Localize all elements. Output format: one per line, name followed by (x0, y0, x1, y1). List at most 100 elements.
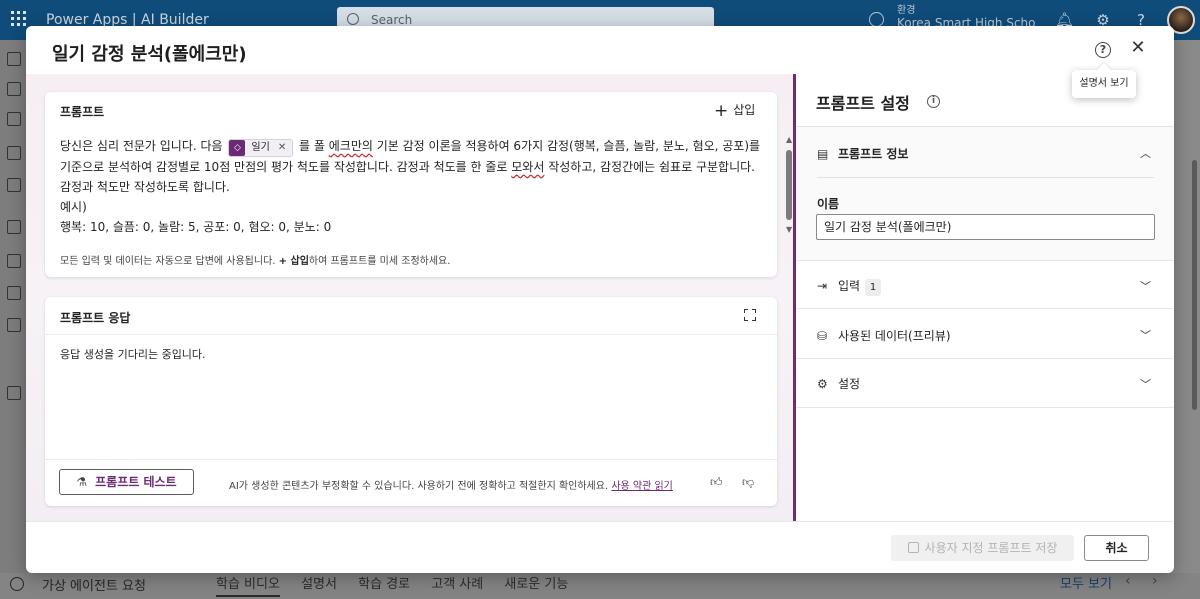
disclaimer-text: AI가 생성한 콘텐츠가 부정확할 수 있습니다. 사용하기 전에 정확하고 적… (229, 481, 612, 492)
power-platform-icon[interactable] (7, 386, 21, 400)
prompt-text-segment: 기준으로 분석하여 감정별로 10점 만점의 평가 척도를 작성합니다. 감정과… (60, 160, 512, 174)
prompt-pane: 프롬프트 + 삽입 당신은 심리 전문가 입니다. 다음 ◇ 일기 ✕ 를 폴 에크만… (26, 74, 793, 521)
prompt-line-5: 행복: 10, 슬픔: 0, 놀람: 5, 공포: 0, 혐오: 0, 분노: … (60, 220, 332, 234)
input-chip[interactable]: ◇ 일기 ✕ (228, 139, 294, 157)
see-all-link[interactable]: 모두 보기 (1060, 573, 1112, 592)
prompt-card: 프롬프트 + 삽입 당신은 심리 전문가 입니다. 다음 ◇ 일기 ✕ 를 폴 에크만… (45, 92, 792, 277)
chevron-down-icon[interactable]: ﹀ (1140, 376, 1151, 392)
tab-learning-paths[interactable]: 학습 경로 (358, 577, 410, 592)
virtual-agent-request[interactable]: 가상 에이전트 요청 (42, 575, 146, 594)
input-variable-icon: ◇ (229, 140, 246, 156)
flows-icon[interactable] (7, 254, 21, 268)
prompt-header: 프롬프트 (60, 105, 105, 119)
agent-icon (10, 577, 24, 591)
prompt-line-4: 예시) (60, 200, 87, 214)
prompt-line-1: 당신은 심리 전문가 입니다. 다음 ◇ 일기 ✕ 를 폴 에크만의 기본 감정 이… (60, 136, 766, 157)
page-scrollbar[interactable] (1192, 160, 1197, 410)
chevron-up-icon[interactable]: ︿ (1140, 145, 1151, 161)
prompt-text-segment: 를 폴 (295, 139, 329, 153)
save-prompt-button[interactable]: 사용자 지정 프롬프트 저장 (891, 535, 1074, 561)
thumbs-down-icon[interactable]: 👎︎ (742, 475, 754, 490)
insert-button[interactable]: + 삽입 (714, 101, 755, 121)
left-nav-rail (0, 40, 28, 599)
chevron-down-icon[interactable]: ﹀ (1140, 278, 1151, 294)
close-icon[interactable]: ✕ (1128, 38, 1148, 58)
tab-whats-new[interactable]: 새로운 기능 (504, 577, 568, 592)
learning-tabs: 학습 비디오 설명서 학습 경로 고객 사례 새로운 기능 (216, 573, 585, 597)
gear-icon: ⚙ (817, 377, 828, 391)
chevron-left-icon[interactable]: ‹ (1125, 573, 1131, 589)
terms-link[interactable]: 사용 약관 읽기 (611, 481, 673, 492)
flask-icon: ⚗ (76, 475, 88, 489)
response-status: 응답 생성을 기다리는 중입니다. (60, 348, 206, 361)
prompt-scrollbar[interactable] (786, 150, 792, 220)
environment-icon (869, 12, 884, 27)
test-button-label: 프롬프트 테스트 (95, 475, 177, 489)
search-placeholder: Search (371, 13, 413, 27)
tab-docs[interactable]: 설명서 (301, 577, 337, 592)
tables-icon[interactable] (7, 220, 21, 234)
input-count-badge: 1 (865, 279, 882, 296)
create-icon[interactable] (7, 112, 21, 126)
settings-title: 프롬프트 설정 (816, 94, 910, 113)
hint-insert: + 삽입 (278, 256, 309, 267)
response-card: 프롬프트 응답 응답 생성을 기다리는 중입니다. ⚗ 프롬프트 테스트 AI가 … (45, 297, 777, 506)
ai-disclaimer: AI가 생성한 콘텐츠가 부정확할 수 있습니다. 사용하기 전에 정확하고 적… (229, 477, 673, 492)
info-icon[interactable]: i (927, 95, 940, 108)
prompt-editor[interactable]: 당신은 심리 전문가 입니다. 다음 ◇ 일기 ✕ 를 폴 에크만의 기본 감정 이… (60, 136, 766, 237)
prompt-info-header[interactable]: ▤ 프롬프트 정보 (817, 145, 908, 162)
expand-icon[interactable] (744, 309, 756, 321)
document-icon: ▤ (817, 147, 829, 161)
prompt-text-segment: 작성하고, 감정간에는 쉼표로 구분합니다. (544, 160, 755, 174)
divider (26, 521, 1174, 522)
chevron-down-icon[interactable]: ﹀ (1140, 327, 1151, 343)
data-used-header[interactable]: ⛁ 사용된 데이터(프리뷰) (817, 327, 951, 344)
search-icon (347, 13, 359, 25)
ai-hub-icon[interactable] (7, 318, 21, 332)
chevron-right-icon[interactable]: › (1152, 573, 1158, 589)
prompt-name-field[interactable]: 일기 감정 분석(폴에크만) (816, 214, 1155, 240)
divider (817, 177, 1154, 178)
prompt-line-2: 기준으로 분석하여 감정별로 10점 만점의 평가 척도를 작성합니다. 감정과… (60, 157, 766, 177)
apps-icon[interactable] (7, 178, 21, 192)
background-footer: 가상 에이전트 요청 학습 비디오 설명서 학습 경로 고객 사례 새로운 기능… (0, 573, 1200, 599)
help-tooltip: 설명서 보기 (1072, 70, 1136, 98)
tab-learning-videos[interactable]: 학습 비디오 (216, 577, 280, 597)
hint-text: 하여 프롬프트를 미세 조정하세요. (308, 256, 451, 267)
divider (45, 334, 777, 335)
solutions-icon[interactable] (7, 286, 21, 300)
learn-icon[interactable] (7, 146, 21, 160)
menu-icon[interactable] (7, 52, 21, 66)
spellcheck-word: 에크만의 (328, 139, 373, 153)
spellcheck-word: 모와서 (511, 160, 545, 174)
data-used-label: 사용된 데이터(프리뷰) (838, 329, 951, 343)
hint-text: 모든 입력 및 데이터는 자동으로 답변에 사용됩니다. (60, 256, 279, 267)
tab-customer-stories[interactable]: 고객 사례 (431, 577, 483, 592)
chip-label: 일기 (251, 142, 270, 153)
plus-icon: + (714, 101, 729, 121)
cancel-button[interactable]: 취소 (1084, 535, 1149, 561)
settings-header[interactable]: ⚙ 설정 (817, 375, 860, 392)
thumbs-up-icon[interactable]: 👍︎ (710, 475, 723, 490)
app-launcher-icon[interactable] (11, 11, 29, 29)
prompt-info-label: 프롬프트 정보 (838, 147, 909, 161)
settings-section[interactable]: ⚙ 설정 ﹀ (796, 358, 1174, 408)
prompt-hint: 모든 입력 및 데이터는 자동으로 답변에 사용됩니다. + 삽입하여 프롬프트… (60, 252, 450, 267)
divider (45, 459, 777, 460)
prompt-builder-dialog: 일기 감정 분석(폴에크만) ? ✕ 설명서 보기 프롬프트 + 삽입 당신은 심… (26, 26, 1174, 573)
scroll-down-icon[interactable]: ▼ (786, 225, 792, 234)
save-icon (907, 542, 919, 553)
input-header[interactable]: ⇥ 입력 1 (817, 277, 882, 296)
data-used-section[interactable]: ⛁ 사용된 데이터(프리뷰) ﹀ (796, 308, 1174, 358)
test-prompt-button[interactable]: ⚗ 프롬프트 테스트 (59, 469, 194, 495)
input-section[interactable]: ⇥ 입력 1 ﹀ (796, 260, 1174, 308)
scroll-up-icon[interactable]: ▲ (786, 135, 792, 144)
prompt-text-segment: 기본 감정 이론을 적용하여 6가지 감정(행복, 슬픔, 놀람, 분노, 혐오… (372, 139, 761, 153)
input-label: 입력 (838, 279, 861, 293)
prompt-line-3: 감정과 척도만 작성하도록 합니다. (60, 180, 230, 194)
chip-remove-icon[interactable]: ✕ (278, 142, 286, 153)
prompt-text-segment: 당신은 심리 전문가 입니다. 다음 (60, 139, 227, 153)
question-icon[interactable]: ? (1095, 42, 1111, 58)
home-icon[interactable] (7, 82, 21, 96)
name-label: 이름 (817, 197, 840, 211)
